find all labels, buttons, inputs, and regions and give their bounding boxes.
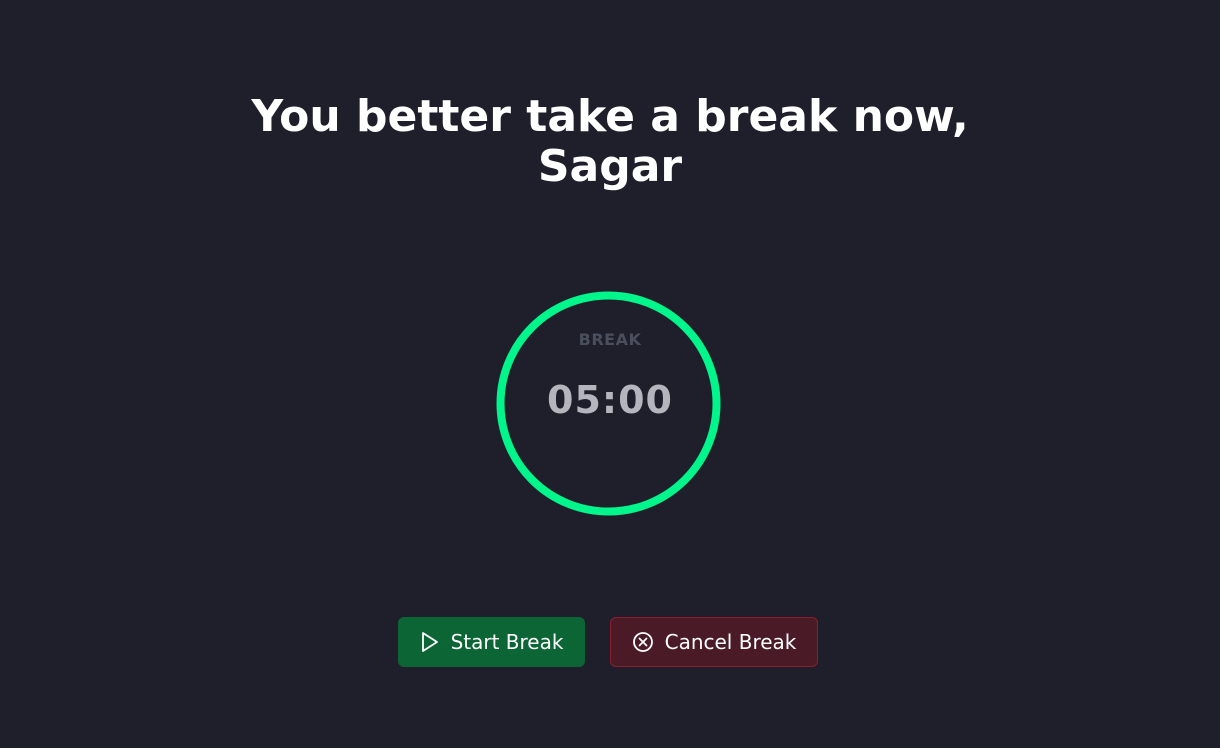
close-circle-icon (632, 631, 654, 653)
break-reminder-page: You better take a break now, Sagar BREAK… (0, 0, 1220, 748)
cancel-break-label: Cancel Break (664, 630, 797, 654)
timer-label: BREAK (578, 330, 642, 349)
page-title-line-2: Sagar (537, 141, 683, 192)
cancel-break-button[interactable]: Cancel Break (610, 617, 818, 667)
start-break-button[interactable]: Start Break (398, 617, 585, 667)
timer-countdown: 05:00 (547, 378, 673, 422)
play-icon (420, 631, 440, 653)
start-break-label: Start Break (450, 630, 564, 654)
page-title: You better take a break now, Sagar (0, 92, 1220, 192)
page-title-line-1: You better take a break now, (251, 91, 969, 142)
